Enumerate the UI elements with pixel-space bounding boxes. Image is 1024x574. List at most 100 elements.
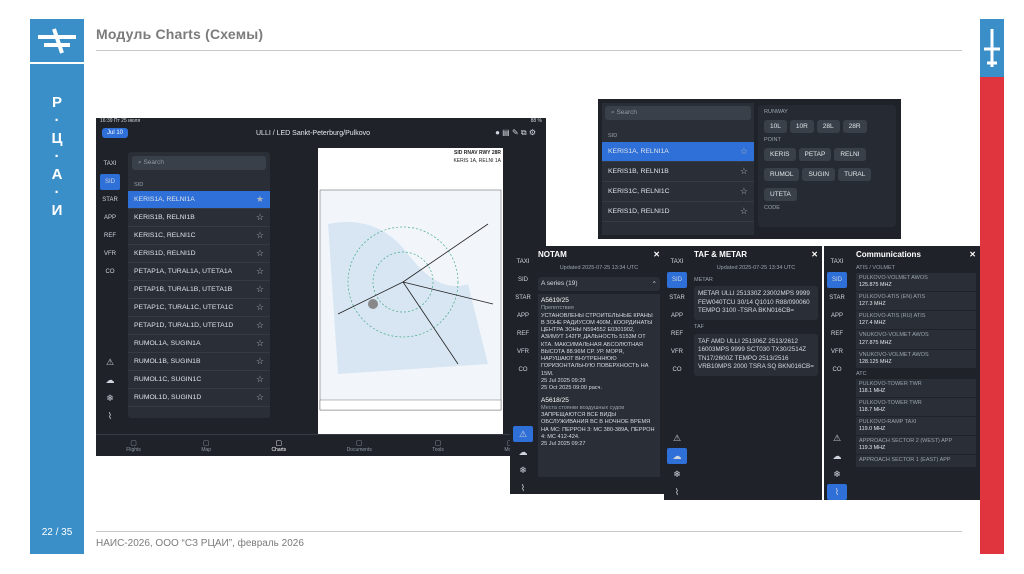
star-icon[interactable]: ☆ (256, 212, 264, 223)
procedure-row[interactable]: PETAP1A, TURAL1A, UTETA1A ☆ (128, 263, 270, 281)
rail-tab-vfr[interactable]: VFR (513, 344, 533, 360)
point-chip[interactable]: TURAL (838, 168, 872, 181)
star-icon[interactable]: ☆ (740, 186, 748, 197)
filter-row[interactable]: KERIS1B, RELNI1B ☆ (602, 162, 754, 182)
tab-tools[interactable]: ▢ Tools (432, 439, 444, 453)
star-icon[interactable]: ☆ (256, 302, 264, 313)
rail-tab-co[interactable]: CO (667, 362, 687, 378)
rail-tab-taxi[interactable]: TAXI (667, 254, 687, 270)
warning-icon[interactable]: ⚠ (827, 430, 847, 446)
point-chip[interactable]: RUMOL (764, 168, 800, 181)
rail-tab-sid[interactable]: SID (100, 174, 120, 190)
tab-documents[interactable]: ▢ Documents (347, 439, 372, 453)
warning-icon[interactable]: ⚠ (667, 430, 687, 446)
rail-tab-co[interactable]: CO (827, 362, 847, 378)
cloud-icon[interactable]: ☁ (513, 444, 533, 460)
freq-item[interactable]: APPROACH SECTOR 1 (EAST) APP (856, 455, 976, 467)
rail-tab-taxi[interactable]: TAXI (827, 254, 847, 270)
rail-tab-ref[interactable]: REF (100, 228, 120, 244)
warning-icon[interactable]: ⚠ (100, 354, 120, 370)
snowflake-icon[interactable]: ❄ (827, 466, 847, 482)
point-chip[interactable]: SUGIN (802, 168, 836, 181)
freq-item[interactable]: PULKOVO-RAMP TAXI 119.0 MHZ (856, 417, 976, 436)
procedure-row[interactable]: PETAP1B, TURAL1B, UTETA1B ☆ (128, 281, 270, 299)
freq-item[interactable]: PULKOVO-TOWER TWR 118.1 MHZ (856, 378, 976, 397)
point-chip[interactable]: KERIS (764, 148, 796, 161)
procedure-row[interactable]: KERIS1B, RELNI1B ☆ (128, 209, 270, 227)
freq-item[interactable]: PULKOVO-TOWER TWR 118.7 MHZ (856, 397, 976, 417)
rail-tab-sid[interactable]: SID (667, 272, 687, 288)
rail-tab-app[interactable]: APP (513, 308, 533, 324)
freq-item[interactable]: PULKOVO-ATIS (EN) ATIS 127.3 MHZ (856, 292, 976, 311)
tab-flights[interactable]: ▢ Flights (126, 439, 141, 453)
star-icon[interactable]: ☆ (256, 320, 264, 331)
tab-map[interactable]: ▢ Map (201, 439, 211, 453)
rail-tab-ref[interactable]: REF (513, 326, 533, 342)
star-icon[interactable]: ☆ (256, 374, 264, 385)
rail-tab-app[interactable]: APP (827, 308, 847, 324)
rail-tab-co[interactable]: CO (100, 264, 120, 280)
rail-tab-vfr[interactable]: VFR (827, 344, 847, 360)
star-icon[interactable]: ☆ (256, 230, 264, 241)
procedure-row[interactable]: RUMOL1D, SUGIN1D ☆ (128, 389, 270, 407)
star-icon[interactable]: ☆ (256, 284, 264, 295)
procedure-row[interactable]: KERIS1A, RELNI1A ★ (128, 191, 270, 209)
snowflake-icon[interactable]: ❄ (100, 390, 120, 406)
rail-tab-vfr[interactable]: VFR (100, 246, 120, 262)
signal-icon[interactable]: ⌇ (827, 484, 847, 500)
star-icon[interactable]: ☆ (740, 166, 748, 177)
star-icon[interactable]: ☆ (256, 356, 264, 367)
star-icon[interactable]: ☆ (256, 248, 264, 259)
rail-tab-sid[interactable]: SID (827, 272, 847, 288)
rail-tab-app[interactable]: APP (667, 308, 687, 324)
runway-chip[interactable]: 28R (842, 120, 867, 133)
rail-tab-star[interactable]: STAR (513, 290, 533, 306)
point-chip[interactable]: UTETA (764, 188, 797, 201)
star-icon[interactable]: ☆ (256, 392, 264, 403)
point-chip[interactable]: PETAP (798, 148, 832, 161)
rail-tab-ref[interactable]: REF (667, 326, 687, 342)
notam-series[interactable]: A series (19) ⌃ (538, 277, 660, 291)
star-icon[interactable]: ★ (256, 194, 264, 205)
rail-tab-app[interactable]: APP (100, 210, 120, 226)
rail-tab-co[interactable]: CO (513, 362, 533, 378)
freq-item[interactable]: VNUKOVO-VOLMET AWOS 128.125 MHZ (856, 349, 976, 368)
signal-icon[interactable]: ⌇ (513, 480, 533, 496)
date-button[interactable]: Jul 10 (102, 128, 129, 138)
runway-chip[interactable]: 10R (789, 120, 814, 133)
sid-chart[interactable]: SID RNAV RWY 28R KERIS 1A, RELNI 1A (318, 148, 503, 434)
rail-tab-taxi[interactable]: TAXI (513, 254, 533, 270)
star-icon[interactable]: ☆ (740, 146, 748, 157)
filter-row[interactable]: KERIS1C, RELNI1C ☆ (602, 182, 754, 202)
signal-icon[interactable]: ⌇ (100, 408, 120, 424)
snowflake-icon[interactable]: ❄ (513, 462, 533, 478)
filter-row[interactable]: KERIS1D, RELNI1D ☆ (602, 202, 754, 222)
star-icon[interactable]: ☆ (740, 206, 748, 217)
procedure-row[interactable]: RUMOL1C, SUGIN1C ☆ (128, 371, 270, 389)
rail-tab-sid[interactable]: SID (513, 272, 533, 288)
freq-item[interactable]: APPROACH SECTOR 2 (WEST) APP 119.3 MHZ (856, 436, 976, 455)
star-icon[interactable]: ☆ (256, 338, 264, 349)
cloud-icon[interactable]: ☁ (100, 372, 120, 388)
close-icon[interactable]: ✕ (653, 250, 660, 259)
signal-icon[interactable]: ⌇ (667, 484, 687, 500)
close-icon[interactable]: ✕ (811, 250, 818, 259)
warning-icon[interactable]: ⚠ (513, 426, 533, 442)
procedure-row[interactable]: KERIS1C, RELNI1C ☆ (128, 227, 270, 245)
snowflake-icon[interactable]: ❄ (667, 466, 687, 482)
rail-tab-taxi[interactable]: TAXI (100, 156, 120, 172)
freq-item[interactable]: PULKOVO-ATIS (RU) ATIS 127.4 MHZ (856, 311, 976, 330)
toolbar-icons[interactable]: ● ▤ ✎ ⧉ ⚙ (495, 128, 536, 138)
rail-tab-star[interactable]: STAR (827, 290, 847, 306)
procedure-row[interactable]: PETAP1D, TURAL1D, UTETA1D ☆ (128, 317, 270, 335)
procedure-row[interactable]: RUMOL1B, SUGIN1B ☆ (128, 353, 270, 371)
procedure-row[interactable]: PETAP1C, TURAL1C, UTETA1C ☆ (128, 299, 270, 317)
rail-tab-ref[interactable]: REF (827, 326, 847, 342)
procedure-row[interactable]: RUMOL1A, SUGIN1A ☆ (128, 335, 270, 353)
point-chip[interactable]: RELNI (834, 148, 866, 161)
rail-tab-vfr[interactable]: VFR (667, 344, 687, 360)
rail-tab-star[interactable]: STAR (100, 192, 120, 208)
procedure-row[interactable]: KERIS1D, RELNI1D ☆ (128, 245, 270, 263)
close-icon[interactable]: ✕ (969, 250, 976, 259)
freq-item[interactable]: PULKOVO-VOLMET AWOS 125.875 MHZ (856, 273, 976, 292)
